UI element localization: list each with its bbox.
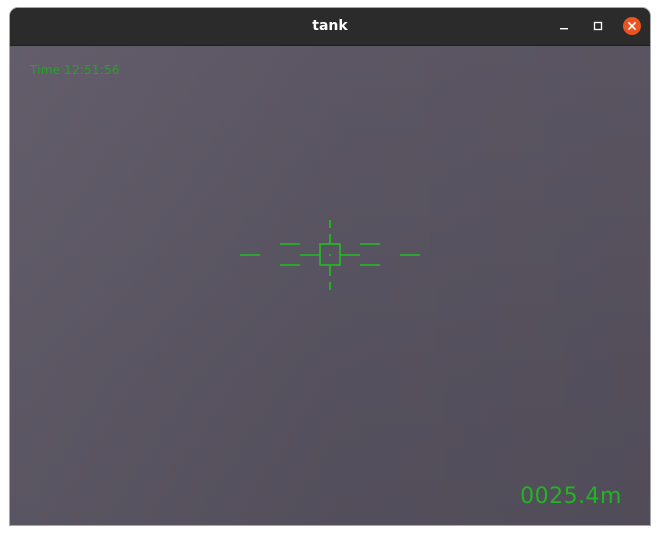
close-icon <box>628 22 636 30</box>
crosshair-icon <box>240 220 420 290</box>
window-title: tank <box>312 18 348 34</box>
distance-readout: 0025.4m <box>520 484 622 509</box>
minimize-icon <box>560 28 568 30</box>
title-bar[interactable]: tank <box>10 8 650 46</box>
minimize-button[interactable] <box>555 17 573 35</box>
maximize-icon <box>593 21 603 31</box>
app-window: tank Time 12:51:56 0025.4m <box>10 8 650 525</box>
maximize-button[interactable] <box>589 17 607 35</box>
camera-view: Time 12:51:56 0025.4m <box>10 46 650 525</box>
close-button[interactable] <box>623 17 641 35</box>
